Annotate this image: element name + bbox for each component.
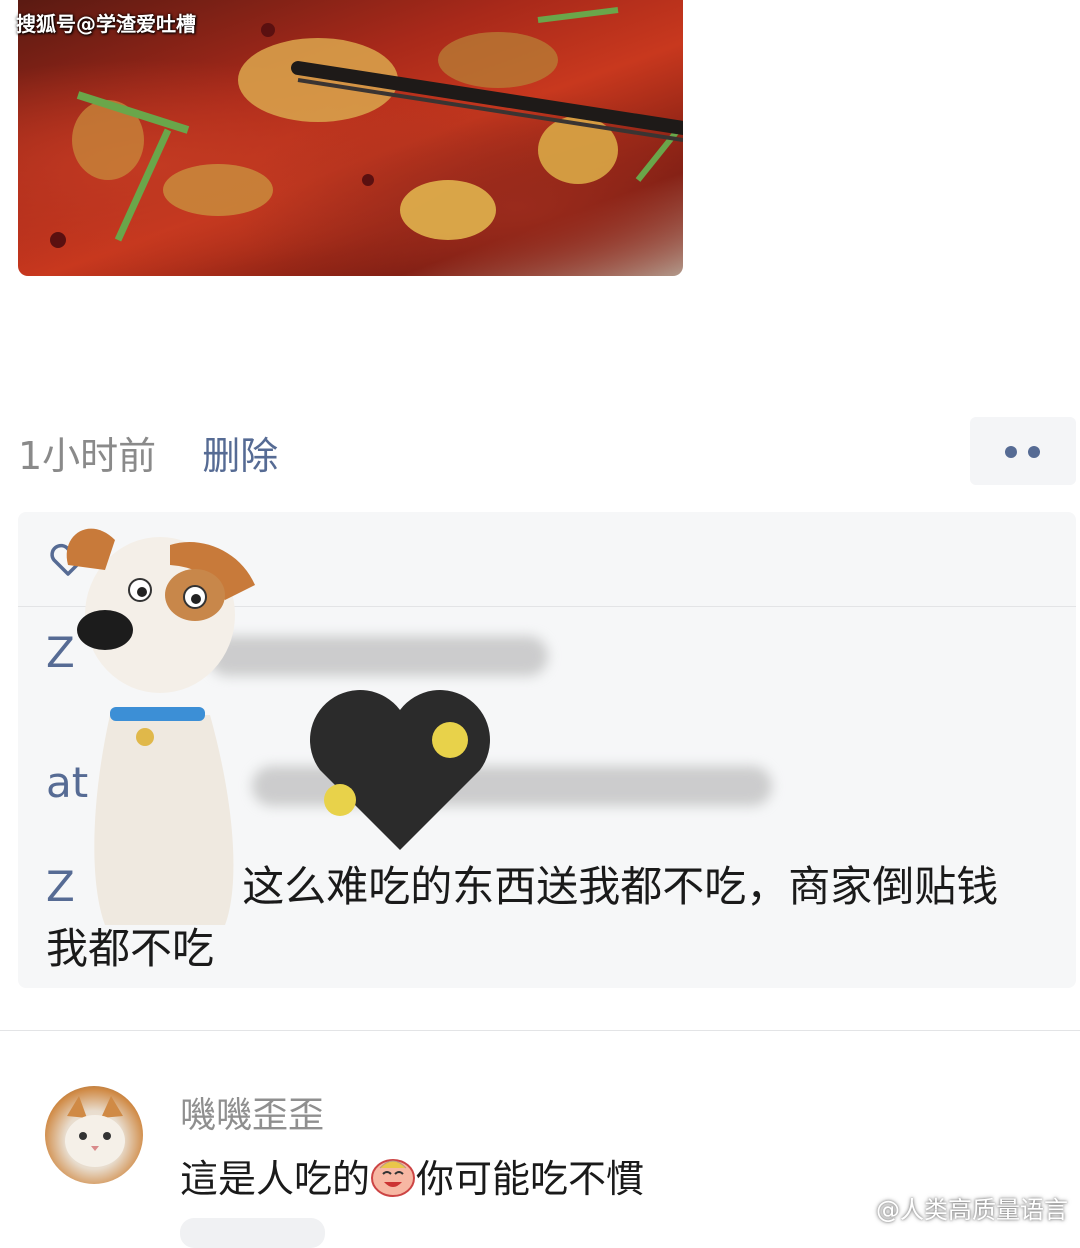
dog-sticker-icon bbox=[66, 528, 255, 925]
reply-tag[interactable] bbox=[180, 1218, 325, 1248]
post-time: 1小时前 bbox=[18, 434, 157, 478]
food-illustration bbox=[50, 7, 683, 248]
delete-button[interactable]: 删除 bbox=[202, 434, 278, 478]
laughing-face-icon bbox=[371, 1159, 416, 1197]
reply-text-start: 這是人吃的 bbox=[180, 1157, 371, 1201]
more-options-button[interactable] bbox=[970, 417, 1076, 485]
section-divider bbox=[0, 1030, 1080, 1031]
reply-author[interactable]: 嘰嘰歪歪 bbox=[180, 1086, 324, 1138]
heart-sticker-icon bbox=[310, 690, 490, 850]
more-dots-icon bbox=[1005, 446, 1017, 458]
reply-text: 這是人吃的 你可能吃不慣 bbox=[180, 1148, 644, 1203]
reply-text-end: 你可能吃不慣 bbox=[416, 1157, 645, 1201]
user-avatar[interactable] bbox=[45, 1086, 143, 1184]
watermark-sohu: 搜狐号@学渣爱吐槽 bbox=[16, 12, 196, 36]
post-image[interactable] bbox=[18, 0, 683, 276]
post-meta: 1小时前 删除 bbox=[18, 425, 278, 480]
more-dots-icon bbox=[1028, 446, 1040, 458]
watermark-weibo: @人类高质量语言 bbox=[876, 1196, 1068, 1224]
cat-avatar-icon bbox=[65, 1096, 125, 1167]
